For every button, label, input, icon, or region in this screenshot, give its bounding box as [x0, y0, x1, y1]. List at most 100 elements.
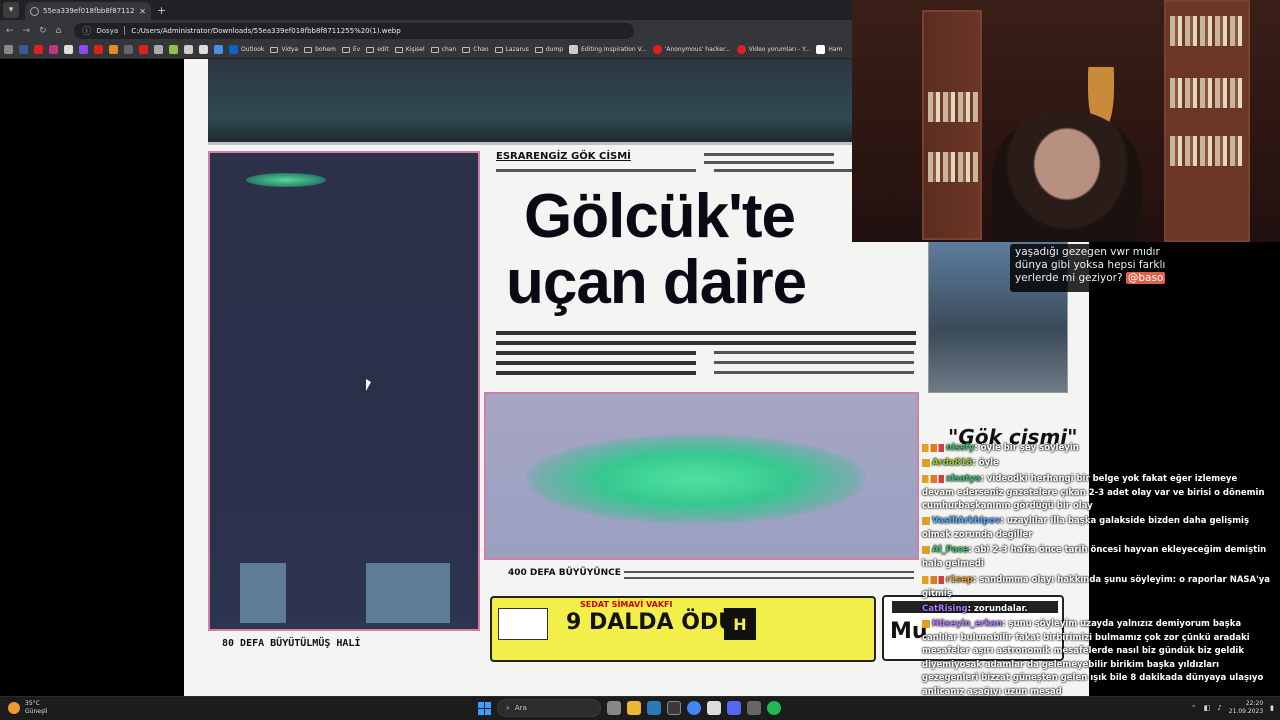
taskbar-apps: ⌕ Ara: [478, 699, 781, 717]
bookmark-label: Editing Inspiration V...: [581, 46, 647, 53]
chat-text: : öyle: [972, 458, 999, 468]
url-separator: |: [123, 25, 127, 36]
ad-award-title: 9 DALDA ÖDÜL: [566, 610, 751, 635]
bookmark-label: Vidya: [281, 46, 299, 53]
twitch-icon[interactable]: [79, 45, 88, 54]
reload-icon[interactable]: ↻: [39, 26, 47, 36]
chat-text: : abi 2-3 hafta önce tarih öncesi hayvan…: [922, 545, 1267, 569]
store-icon[interactable]: [647, 701, 661, 715]
chat-username[interactable]: Hüseyin_erkan: [932, 619, 1002, 629]
terminal-icon[interactable]: [667, 701, 681, 715]
calculator-icon[interactable]: [747, 701, 761, 715]
search-label: Ara: [514, 704, 527, 712]
instagram-icon[interactable]: [49, 45, 58, 54]
app-icon[interactable]: [707, 701, 721, 715]
taskbar: 35°C Güneşli ⌕ Ara ⌃ ◧ ♪ 22:20 21.09.2023: [0, 696, 1280, 720]
chat-username[interactable]: VasiliArkhipov: [932, 516, 1001, 526]
bookmark-anonymous[interactable]: 'Anonymous' hacker...: [652, 45, 731, 54]
bookmark-ham[interactable]: Ham: [816, 45, 842, 54]
discord-icon[interactable]: [727, 701, 741, 715]
text-line: [496, 361, 696, 365]
text-line: [704, 153, 834, 156]
volume-icon[interactable]: ♪: [1217, 704, 1221, 712]
youtube-icon-4: [652, 45, 662, 54]
bookshelf-right: [1164, 0, 1250, 242]
bookmark-chan[interactable]: chan: [430, 46, 456, 53]
tab-search-icon[interactable]: ▾: [3, 2, 19, 18]
bookmark-label: bohem: [315, 46, 336, 53]
url-bar[interactable]: ⓘ Dosya | C:/Users/Administrator/Downloa…: [74, 22, 635, 39]
tab-close-icon[interactable]: ✕: [139, 7, 146, 16]
chat-username[interactable]: r1sep: [946, 575, 973, 585]
url-scheme-pill: Dosya: [96, 26, 119, 35]
start-icon[interactable]: [478, 701, 491, 715]
weather-widget[interactable]: 35°C Güneşli: [8, 700, 47, 716]
apps-icon[interactable]: [4, 45, 13, 54]
weather-condition: Güneşli: [25, 708, 48, 715]
chat-username[interactable]: CatRising: [922, 604, 968, 614]
home-icon[interactable]: ⌂: [56, 26, 62, 36]
system-tray: ⌃ ◧ ♪ 22:20 21.09.2023 ▮: [1191, 700, 1274, 716]
bookmark-lazarus[interactable]: Lazarus: [494, 46, 529, 53]
task-view-icon[interactable]: [607, 701, 621, 715]
badge-icons: [922, 443, 944, 452]
bookmark-label: Ev: [352, 46, 361, 53]
youtube-icon-3[interactable]: [139, 45, 148, 54]
bookmark-icon-3[interactable]: [154, 45, 163, 54]
tray-chevron-icon[interactable]: ⌃: [1191, 704, 1197, 712]
url-text: C:/Users/Administrator/Downloads/55ea339…: [131, 26, 401, 35]
info-icon: ⓘ: [82, 27, 92, 37]
bookmark-icon[interactable]: [109, 45, 118, 54]
network-icon[interactable]: ◧: [1204, 704, 1211, 712]
new-tab-button[interactable]: +: [157, 4, 166, 17]
folder-icon: [430, 46, 439, 53]
folder-icon: [394, 46, 403, 53]
article-kicker: ESRARENGİZ GÖK CİSMİ: [496, 151, 631, 162]
sun-icon: [8, 702, 20, 714]
clock[interactable]: 22:20 21.09.2023: [1229, 700, 1263, 716]
bookmark-icon-2[interactable]: [124, 45, 133, 54]
stream-chat: yaşadığı gezegen vwr mıdır dünya gibi yo…: [918, 244, 1280, 696]
facebook-icon[interactable]: [19, 45, 28, 54]
browser-tab-bar: ▾ 55ea339ef018fbb8f8711255 (1)... ✕ +: [0, 0, 852, 20]
chat-username[interactable]: nissfy: [946, 443, 974, 453]
file-explorer-icon[interactable]: [627, 701, 641, 715]
ad-h-logo: H: [724, 608, 756, 640]
chat-message: Hüseyin_erkan: şunu söyleyim uzayda yaln…: [922, 618, 1272, 696]
browser-tab[interactable]: 55ea339ef018fbb8f8711255 (1)... ✕: [25, 2, 151, 20]
mail-icon[interactable]: [184, 45, 193, 54]
bookmark-outlook[interactable]: Outlook: [229, 45, 264, 54]
chat-username[interactable]: Al_Pace: [932, 545, 968, 555]
folder-icon: [341, 46, 350, 53]
chat-username[interactable]: xlsatya: [946, 474, 981, 484]
x-icon[interactable]: [64, 45, 73, 54]
bookmark-vidya[interactable]: Vidya: [270, 46, 298, 53]
bookmark-video-yorumlari[interactable]: Video yorumları - Y...: [736, 45, 810, 54]
bookmark-edit[interactable]: edit: [366, 46, 389, 53]
spotify-icon[interactable]: [767, 701, 781, 715]
bookmark-chao[interactable]: Chao: [462, 46, 489, 53]
bookmark-dump[interactable]: dump: [534, 46, 563, 53]
youtube-icon-2[interactable]: [94, 45, 103, 54]
chat-message: xlsatya: videodki herhangi bir belge yok…: [922, 473, 1272, 514]
award-advert: SEDAT SİMAVİ VAKFI 9 DALDA ÖDÜL H: [490, 596, 876, 662]
ad-left-logo: [498, 608, 548, 640]
web-icon[interactable]: [199, 45, 208, 54]
night-sky-photo: [208, 151, 480, 631]
bookmark-bohem[interactable]: bohem: [304, 46, 336, 53]
download-icon[interactable]: [169, 45, 178, 54]
back-icon[interactable]: ←: [6, 26, 14, 36]
bookmark-editing-inspiration[interactable]: Editing Inspiration V...: [569, 45, 647, 54]
tab-favicon-icon: [30, 6, 39, 16]
notification-icon[interactable]: ▮: [1270, 704, 1274, 712]
bookmark-icon-4[interactable]: [214, 45, 223, 54]
youtube-icon[interactable]: [34, 45, 43, 54]
bookmark-label: Outlook: [241, 46, 265, 53]
forward-icon[interactable]: →: [23, 26, 31, 36]
chat-username[interactable]: Arda818: [932, 458, 972, 468]
chrome-icon[interactable]: [687, 701, 701, 715]
bookmark-ev[interactable]: Ev: [341, 46, 361, 53]
text-line: [714, 169, 854, 172]
bookmark-kisisel[interactable]: Kişisel: [394, 46, 425, 53]
taskbar-search[interactable]: ⌕ Ara: [497, 699, 601, 717]
